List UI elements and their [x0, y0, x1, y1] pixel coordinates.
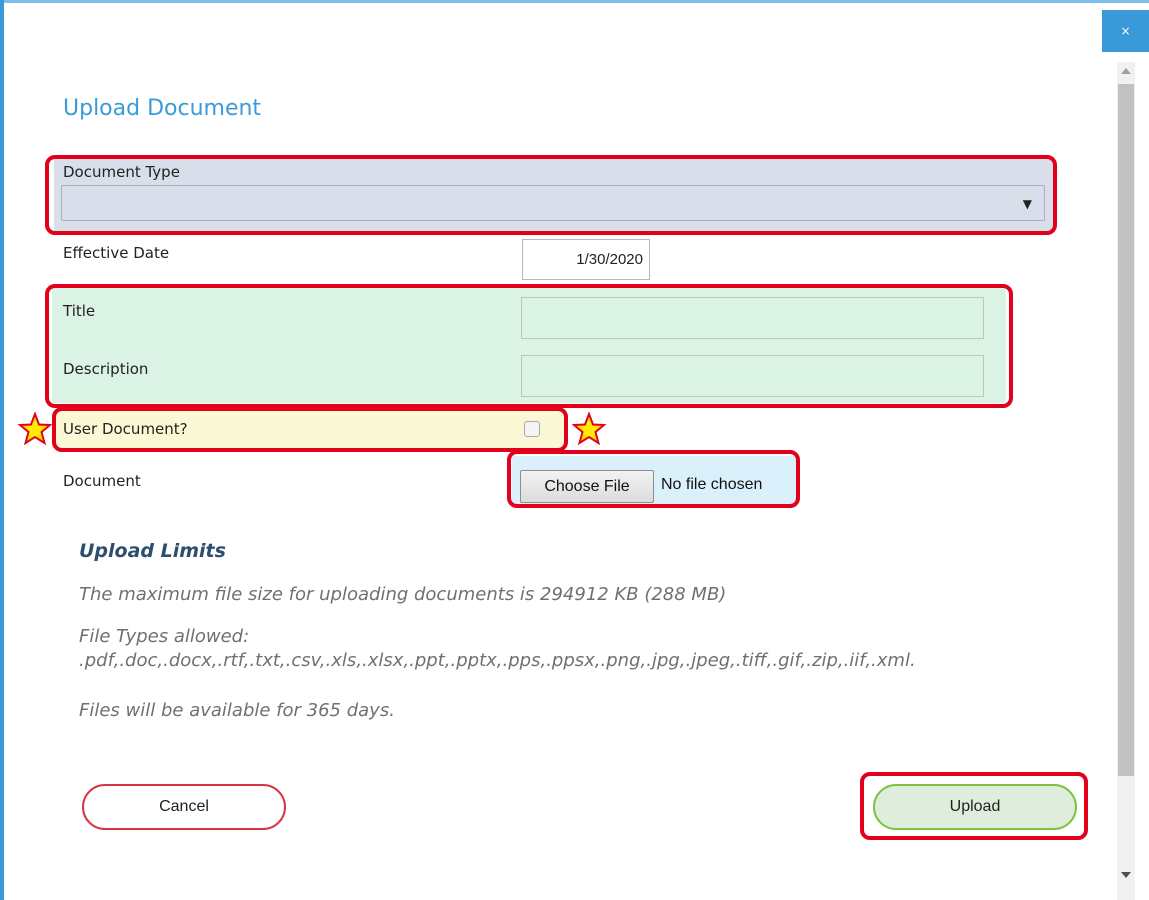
dialog-top-border — [0, 0, 1149, 3]
scroll-up-arrow-icon[interactable] — [1121, 68, 1131, 74]
scrollbar-thumb[interactable] — [1118, 84, 1134, 776]
effective-date-label: Effective Date — [63, 244, 170, 262]
file-picker-highlight — [507, 450, 800, 508]
document-type-highlight — [45, 155, 1057, 235]
close-button[interactable]: × — [1102, 10, 1149, 52]
effective-date-input[interactable]: 1/30/2020 — [522, 239, 650, 280]
upload-limits-heading: Upload Limits — [79, 540, 226, 562]
title-description-highlight — [45, 284, 1013, 408]
upload-highlight — [860, 772, 1088, 840]
close-icon: × — [1120, 24, 1131, 38]
availability-text: Files will be available for 365 days. — [79, 700, 395, 721]
document-label: Document — [63, 472, 141, 490]
user-document-highlight — [52, 407, 568, 452]
cancel-button[interactable]: Cancel — [82, 784, 286, 830]
dialog-title: Upload Document — [63, 96, 262, 121]
star-icon — [572, 412, 606, 446]
file-types-list: .pdf,.doc,.docx,.rtf,.txt,.csv,.xls,.xls… — [79, 650, 916, 671]
file-types-label: File Types allowed: — [79, 626, 250, 647]
star-icon — [18, 412, 52, 446]
dialog-left-border — [0, 0, 4, 900]
max-size-text: The maximum file size for uploading docu… — [79, 584, 727, 605]
scroll-down-arrow-icon[interactable] — [1121, 872, 1131, 878]
